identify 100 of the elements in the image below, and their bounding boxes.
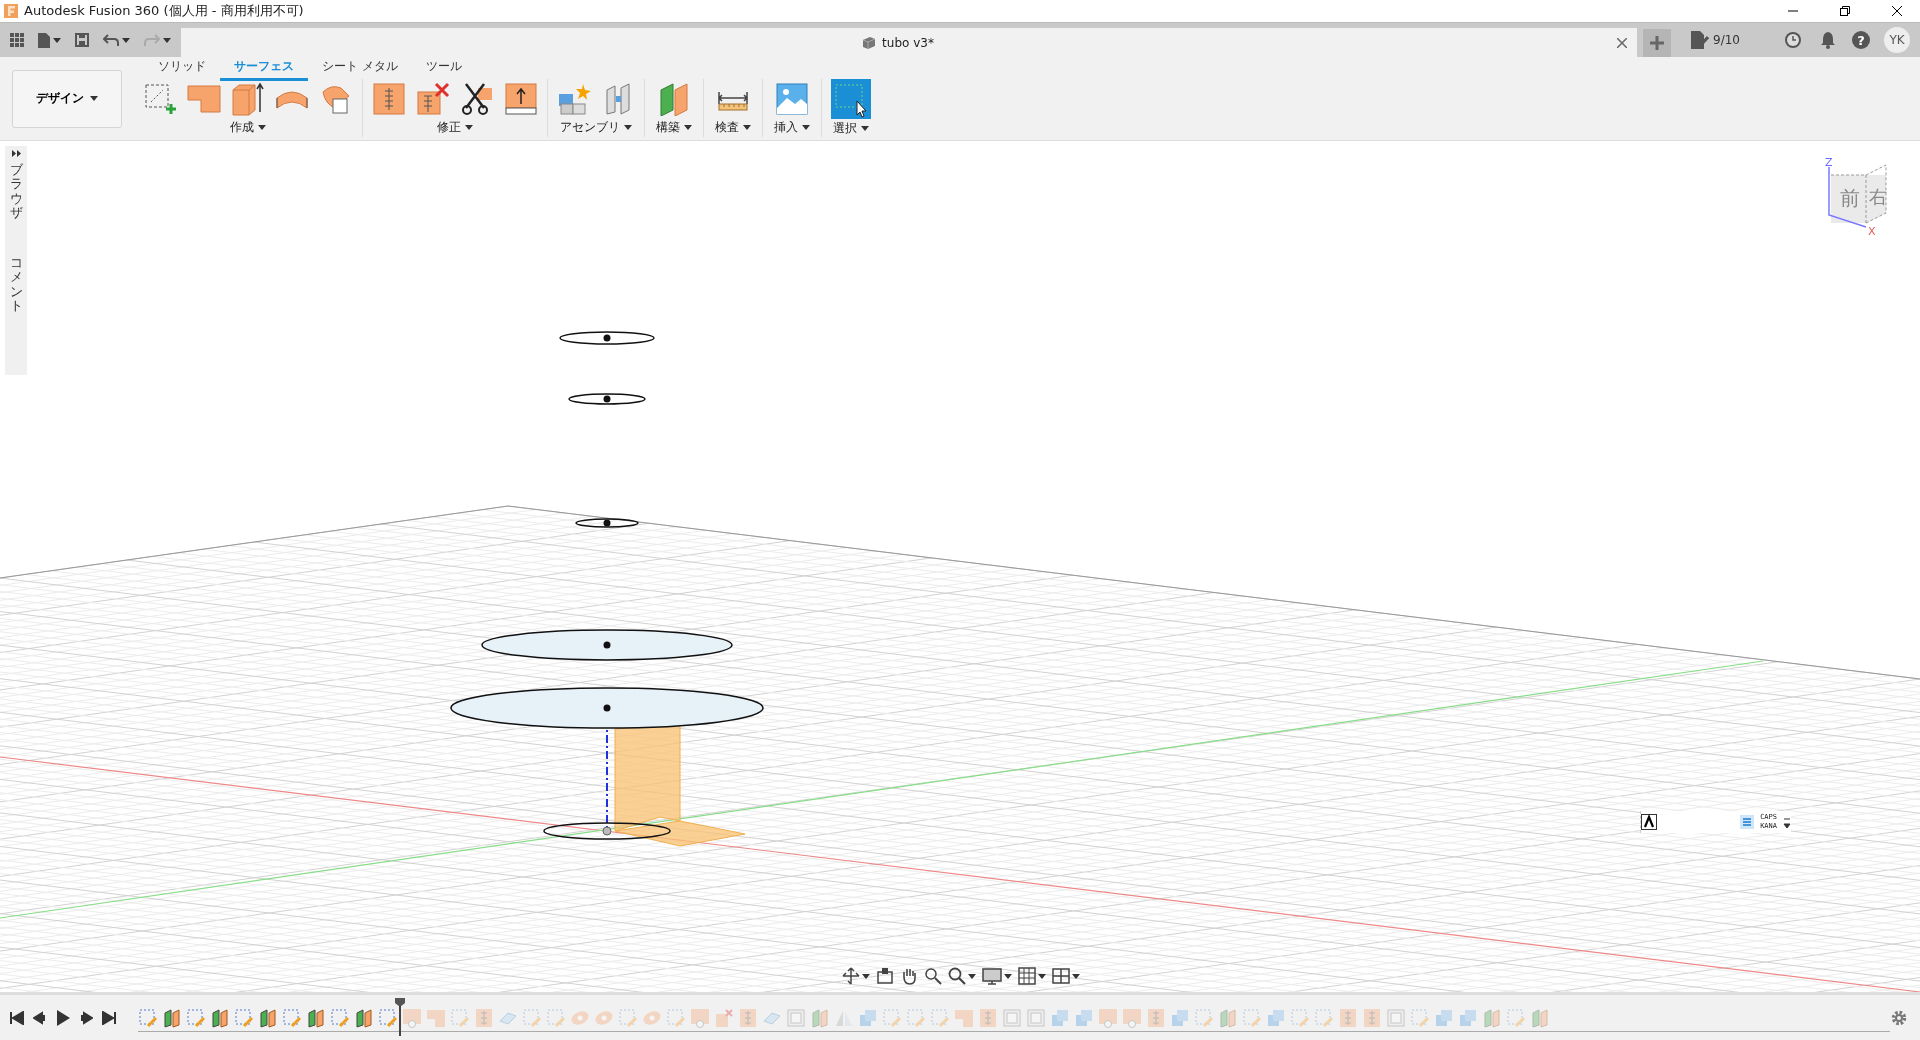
surface-icon[interactable] <box>210 1007 230 1028</box>
close-tab-button[interactable] <box>1615 35 1630 50</box>
surface-icon[interactable] <box>354 1007 374 1028</box>
look-at-button[interactable] <box>876 967 894 985</box>
tool-group-menu[interactable]: 作成 <box>228 118 268 137</box>
viewports-button[interactable] <box>1052 967 1080 985</box>
tool-group-menu[interactable]: 検査 <box>713 118 753 137</box>
extend-icon[interactable] <box>738 1007 758 1028</box>
user-avatar[interactable]: YK <box>1884 27 1910 53</box>
ribbon-tab[interactable]: シート メタル <box>308 55 412 81</box>
next-button[interactable] <box>79 1010 93 1025</box>
delete-face-icon[interactable] <box>714 1007 734 1028</box>
extend-icon[interactable] <box>978 1007 998 1028</box>
sketch-icon[interactable] <box>1290 1007 1310 1028</box>
orbit-icon <box>842 967 860 985</box>
sketch-icon[interactable] <box>882 1007 902 1028</box>
sketch-icon[interactable] <box>143 81 177 116</box>
combine-icon[interactable] <box>1458 1007 1478 1028</box>
orbit-button[interactable] <box>842 967 870 985</box>
sketch-icon[interactable] <box>1410 1007 1430 1028</box>
offset-icon[interactable] <box>504 81 538 116</box>
combine-icon[interactable] <box>1074 1007 1094 1028</box>
document-tab[interactable]: tubo v3* <box>181 28 1638 57</box>
sketch-icon[interactable] <box>1314 1007 1334 1028</box>
surface-icon[interactable] <box>258 1007 278 1028</box>
combine-icon[interactable] <box>1170 1007 1190 1028</box>
patch-icon[interactable] <box>1122 1007 1142 1028</box>
tool-group-menu[interactable]: 挿入 <box>772 118 812 137</box>
file-menu-button[interactable] <box>36 30 63 50</box>
combine-icon[interactable] <box>1266 1007 1286 1028</box>
first-button[interactable] <box>10 1010 24 1025</box>
ribbon-tab[interactable]: ソリッド <box>144 55 220 81</box>
sketch-icon[interactable] <box>1242 1007 1262 1028</box>
extend-icon[interactable] <box>474 1007 494 1028</box>
sketch-icon[interactable] <box>1506 1007 1526 1028</box>
sketch-icon[interactable] <box>546 1007 566 1028</box>
box-icon[interactable] <box>1002 1007 1022 1028</box>
tool-group-menu[interactable]: 修正 <box>435 118 475 137</box>
browser-panel-tab[interactable]: ブラウザ <box>9 163 23 221</box>
combine-icon[interactable] <box>858 1007 878 1028</box>
save-button[interactable] <box>73 31 91 49</box>
view-cube[interactable]: 前 右 Z X <box>1816 155 1906 235</box>
pan-button[interactable] <box>900 967 918 985</box>
extend-icon[interactable] <box>1362 1007 1382 1028</box>
sketch-icon[interactable] <box>522 1007 542 1028</box>
workspace-menu-button[interactable]: デザイン <box>12 69 122 128</box>
timeline-marker[interactable] <box>395 997 405 1036</box>
sketch-icon[interactable] <box>930 1007 950 1028</box>
box-icon[interactable] <box>786 1007 806 1028</box>
fit-button[interactable] <box>948 967 976 985</box>
delete-face-icon[interactable] <box>416 81 450 116</box>
sketch-icon[interactable] <box>618 1007 638 1028</box>
extrude-icon[interactable] <box>231 81 265 116</box>
ime-mode-icon[interactable] <box>1641 814 1657 830</box>
comments-panel-tab[interactable]: コメント <box>9 256 23 314</box>
caret-icon <box>53 37 61 43</box>
apps-button[interactable] <box>8 31 26 49</box>
combine-icon[interactable] <box>1050 1007 1070 1028</box>
undo-button[interactable] <box>101 32 132 48</box>
play-button[interactable] <box>56 1009 70 1026</box>
caret-icon <box>1072 973 1080 979</box>
sketch-icon[interactable] <box>1194 1007 1214 1028</box>
new-tab-button[interactable] <box>1643 29 1672 57</box>
dropdown-icon[interactable] <box>1783 815 1791 829</box>
scissors-icon[interactable] <box>460 81 494 116</box>
select-icon[interactable] <box>831 79 871 119</box>
tool-group-menu[interactable]: アセンブリ <box>558 118 634 137</box>
previous-button[interactable] <box>33 1010 47 1025</box>
box-icon[interactable] <box>1026 1007 1046 1028</box>
last-button[interactable] <box>102 1010 116 1025</box>
tool-group-menu[interactable]: 構築 <box>654 118 694 137</box>
job-status-button[interactable]: 9/10 <box>1685 30 1746 50</box>
step-back-icon <box>33 1010 47 1025</box>
extend-icon[interactable] <box>1146 1007 1166 1028</box>
caret-icon <box>743 125 751 130</box>
zoom-button[interactable] <box>924 967 942 985</box>
box-icon[interactable] <box>1386 1007 1406 1028</box>
list-icon[interactable] <box>1740 815 1755 829</box>
construction-plane-icon[interactable] <box>657 81 691 116</box>
combine-icon[interactable] <box>1434 1007 1454 1028</box>
settings-button[interactable] <box>1890 1008 1908 1027</box>
extend-icon[interactable] <box>372 81 406 116</box>
sketch-icon[interactable] <box>666 1007 686 1028</box>
document-pencil-icon <box>1691 31 1710 49</box>
patch-icon[interactable] <box>1098 1007 1118 1028</box>
image-icon[interactable] <box>775 81 809 116</box>
redo-button[interactable] <box>142 32 173 48</box>
patch-icon[interactable] <box>690 1007 710 1028</box>
ribbon-tab[interactable]: ツール <box>411 55 476 81</box>
sketch-icon[interactable] <box>906 1007 926 1028</box>
help-button[interactable]: ? <box>1852 31 1870 49</box>
surface-icon[interactable] <box>306 1007 326 1028</box>
search-icon <box>948 967 966 985</box>
display-settings-button[interactable] <box>982 967 1012 985</box>
sketch-icon[interactable] <box>450 1007 470 1028</box>
tool-group-menu[interactable]: 選択 <box>831 119 871 138</box>
surface-icon[interactable] <box>162 1007 182 1028</box>
history-button[interactable] <box>1782 29 1804 51</box>
extend-icon[interactable] <box>1338 1007 1358 1028</box>
grid-settings-button[interactable] <box>1018 967 1046 985</box>
